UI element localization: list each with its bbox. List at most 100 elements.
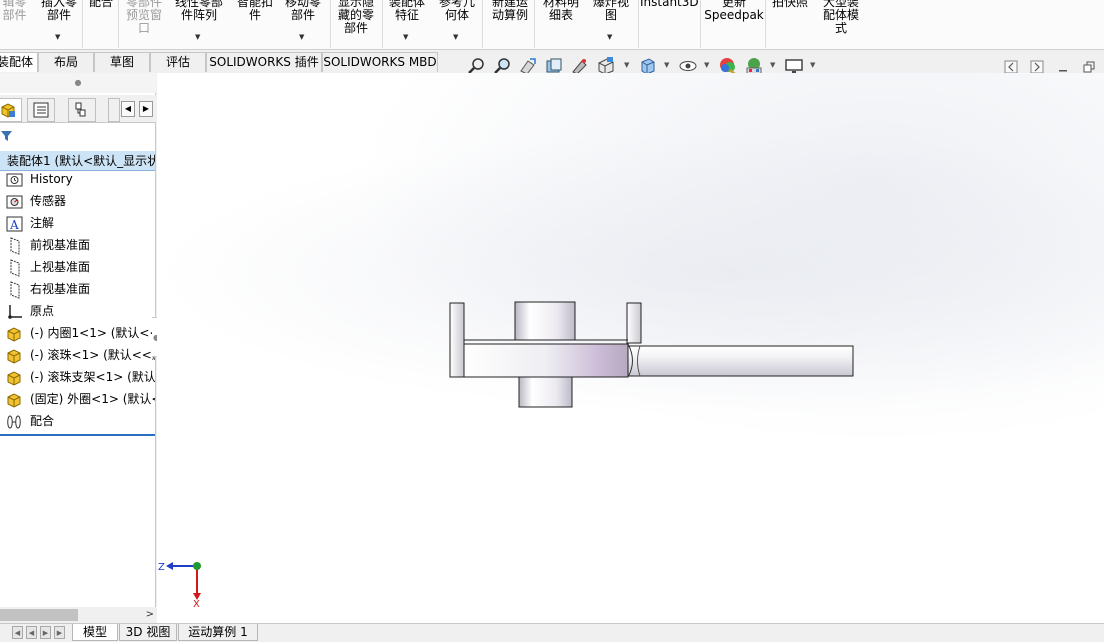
tree-root-assembly[interactable]: 装配体1 (默认<默认_显示状 <box>0 151 155 171</box>
last-tab-icon[interactable]: ▶ <box>54 626 65 639</box>
hide-show-dropdown-icon[interactable]: ▼ <box>704 61 709 69</box>
insert-components-dropdown-icon[interactable]: ▼ <box>55 31 60 44</box>
tree-item[interactable]: (-) 内圈1<1> (默认<< <box>0 323 155 344</box>
show-hidden-components-button[interactable]: 显示隐 藏的零 部件 <box>332 0 380 49</box>
view-orientation-dropdown-icon[interactable]: ▼ <box>624 61 629 69</box>
move-component-dropdown-icon[interactable]: ▼ <box>299 31 304 44</box>
tab-evaluate[interactable]: 评估 <box>150 52 206 72</box>
assembly-features-dropdown-icon[interactable]: ▼ <box>403 31 408 44</box>
previous-document-icon[interactable] <box>1004 60 1018 74</box>
sensor-icon <box>6 193 24 211</box>
tab-model[interactable]: 模型 <box>72 624 118 641</box>
linear-component-pattern-label: 线性零部 件阵列 <box>174 0 223 22</box>
first-tab-icon[interactable]: ◀ <box>12 626 23 639</box>
feature-manager-panel: ● ◀ ▶ 装配体1 (默认<默认_显示状 History 传感器 A 注解前视基准面… <box>0 73 156 625</box>
reference-geometry-dropdown-icon[interactable]: ▼ <box>453 31 458 44</box>
tree-item-label: 原点 <box>30 304 55 318</box>
tree-item[interactable]: 右视基准面 <box>0 279 155 300</box>
ribbon-separator <box>482 0 483 48</box>
instant3d-button[interactable]: Instant3D <box>640 0 698 49</box>
update-speedpak-button[interactable]: 更新 Speedpak <box>703 0 765 49</box>
base-plate[interactable] <box>463 339 629 378</box>
tab-motion-study-1[interactable]: 运动算例 1 <box>178 624 258 641</box>
tree-rollback-bar[interactable] <box>0 434 155 436</box>
ribbon-separator <box>382 0 383 48</box>
tree-item[interactable]: 上视基准面 <box>0 257 155 278</box>
tree-item[interactable]: 传感器 <box>0 191 155 212</box>
edit-component-label: 辑零 部件 <box>2 0 27 22</box>
tree-item[interactable]: (-) 滚珠<1> (默认<<默 <box>0 345 155 366</box>
tree-item[interactable]: A 注解 <box>0 213 155 234</box>
edit-component-button[interactable]: 辑零 部件 <box>0 0 37 49</box>
tree-item-label: 前视基准面 <box>30 238 91 252</box>
svg-text:A: A <box>9 218 19 232</box>
linear-component-pattern-dropdown-icon[interactable]: ▼ <box>195 31 200 44</box>
tree-item[interactable]: History <box>0 169 155 190</box>
tab-sketch[interactable]: 草图 <box>94 52 150 72</box>
tab-solidworks-mbd[interactable]: SOLIDWORKS MBD <box>322 52 438 72</box>
bill-of-materials-button[interactable]: 材料明 细表 <box>537 0 585 49</box>
plane-icon <box>6 259 24 277</box>
tab-layout[interactable]: 布局 <box>38 52 94 72</box>
left-post[interactable] <box>449 302 465 378</box>
tree-item[interactable]: 原点 <box>0 301 155 322</box>
update-speedpak-label: 更新 Speedpak <box>704 0 764 22</box>
ribbon-separator <box>638 0 639 48</box>
assembly-model[interactable] <box>157 73 1104 625</box>
assembly-features-button[interactable]: 装配体 特征 ▼ <box>384 0 430 49</box>
component-preview-window-button[interactable]: 零部件 预览窗 口 <box>120 0 168 49</box>
next-tab-icon[interactable]: ▶ <box>40 626 51 639</box>
prev-tab-icon[interactable]: ◀ <box>26 626 37 639</box>
graphics-viewport[interactable]: Z X <box>157 73 1104 625</box>
smart-fasteners-label: 智能扣 件 <box>236 0 273 22</box>
view-settings-dropdown-icon[interactable]: ▼ <box>810 61 815 69</box>
large-assembly-mode-button[interactable]: 大型装 配体模 式 <box>814 0 868 49</box>
upper-hub[interactable] <box>514 301 576 341</box>
apply-scene-dropdown-icon[interactable]: ▼ <box>770 61 775 69</box>
tabs-scroll-right-icon[interactable]: ▶ <box>139 101 153 117</box>
feature-tree-icon <box>1 103 15 118</box>
tree-item-label: (固定) 外圈<1> (默认< <box>30 392 155 406</box>
mates-icon <box>6 413 24 431</box>
feature-manager-tab[interactable] <box>0 98 22 122</box>
take-snapshot-button[interactable]: 拍快照 <box>768 0 812 49</box>
lower-hub[interactable] <box>518 372 573 408</box>
tree-item[interactable]: (固定) 外圈<1> (默认< <box>0 389 155 410</box>
tree-item[interactable]: 前视基准面 <box>0 235 155 256</box>
tree-item-label: (-) 内圈1<1> (默认<< <box>30 326 155 340</box>
filter-icon[interactable] <box>0 129 14 146</box>
right-post[interactable] <box>626 302 642 344</box>
tree-root-label: 装配体1 (默认<默认_显示状 <box>7 154 155 168</box>
mate-button[interactable]: 配合 <box>86 0 116 49</box>
tree-item[interactable]: (-) 滚珠支架<1> (默认 <box>0 367 155 388</box>
move-component-button[interactable]: 移动零 部件 ▼ <box>280 0 326 49</box>
minimize-icon[interactable] <box>1056 60 1070 74</box>
tree-item[interactable]: 配合 <box>0 411 155 432</box>
scroll-right-icon[interactable]: > <box>146 607 154 623</box>
exploded-view-dropdown-icon[interactable]: ▼ <box>607 31 612 44</box>
bottom-tab-bar: ◀ ◀ ▶ ▶ 模型 3D 视图 运动算例 1 <box>0 623 1104 642</box>
exploded-view-button[interactable]: 爆炸视 图 ▼ <box>588 0 634 49</box>
tabs-scroll-left-icon[interactable]: ◀ <box>121 101 135 117</box>
reference-geometry-button[interactable]: 参考几 何体 ▼ <box>434 0 480 49</box>
configuration-manager-tab[interactable] <box>68 98 96 122</box>
property-manager-tab[interactable] <box>27 98 55 122</box>
next-document-icon[interactable] <box>1030 60 1044 74</box>
mate-label: 配合 <box>88 0 113 9</box>
panel-grip-icon[interactable]: ● <box>0 73 156 93</box>
insert-components-button[interactable]: 插入零 部件 ▼ <box>34 0 84 49</box>
new-motion-study-button[interactable]: 新建运 动算例 <box>485 0 535 49</box>
smart-fasteners-button[interactable]: 智能扣 件 <box>232 0 278 49</box>
part-icon <box>6 391 24 409</box>
restore-icon[interactable] <box>1082 60 1096 74</box>
linear-component-pattern-button[interactable]: 线性零部 件阵列 ▼ <box>170 0 228 49</box>
tab-assembly[interactable]: 装配体 <box>0 52 38 72</box>
part-icon <box>6 369 24 387</box>
tree-horizontal-scrollbar[interactable]: > <box>0 607 156 623</box>
display-style-dropdown-icon[interactable]: ▼ <box>664 61 669 69</box>
dimxpert-manager-tab[interactable] <box>108 98 120 122</box>
tab-3d-views[interactable]: 3D 视图 <box>119 624 177 641</box>
scrollbar-thumb[interactable] <box>0 609 78 621</box>
shaft[interactable] <box>627 343 854 378</box>
tab-solidworks-addins[interactable]: SOLIDWORKS 插件 <box>206 52 322 72</box>
